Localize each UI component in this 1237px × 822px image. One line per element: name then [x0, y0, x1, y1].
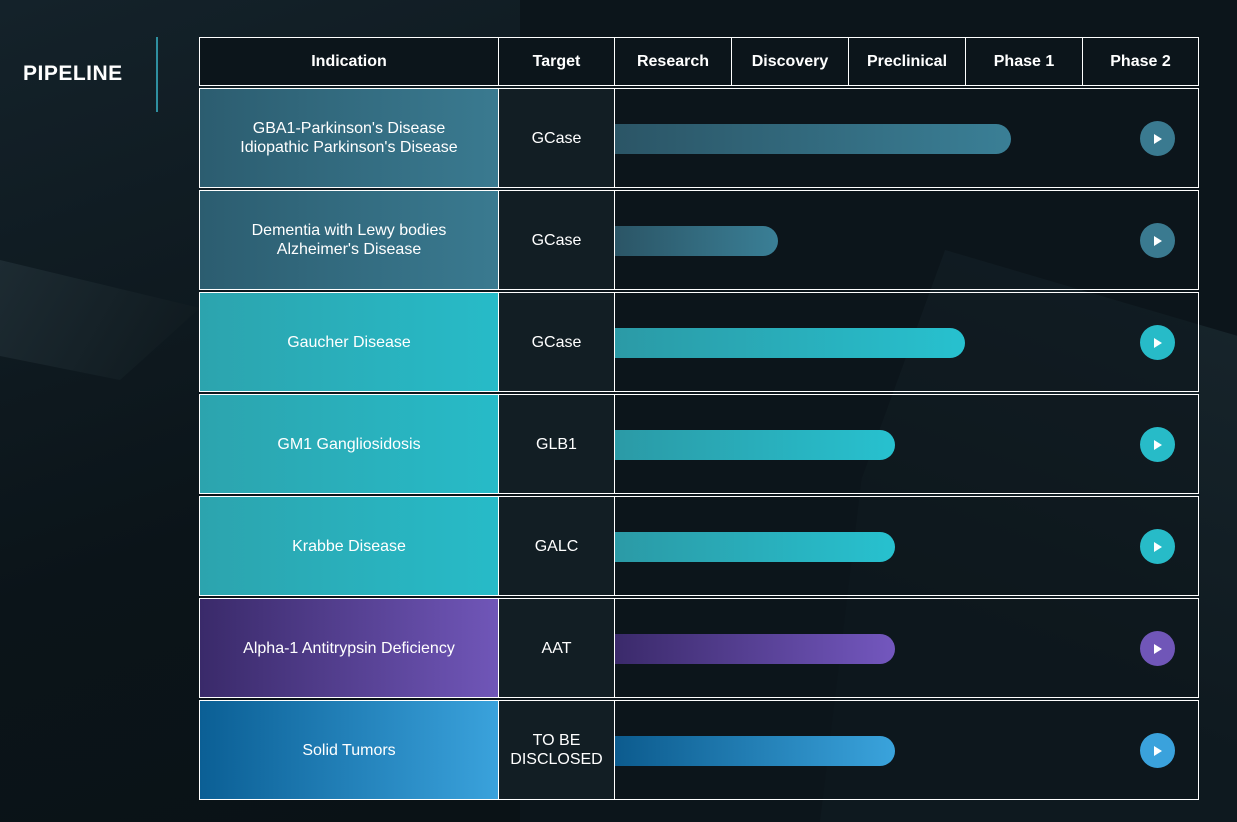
- indication-cell: GM1 Gangliosidosis: [199, 394, 499, 494]
- target-cell: GALC: [498, 496, 615, 596]
- play-circle-icon[interactable]: [1140, 529, 1175, 564]
- target-cell: AAT: [498, 598, 615, 698]
- progress-track: [614, 88, 1199, 188]
- column-header-discovery: Discovery: [731, 37, 849, 86]
- pipeline-row: Krabbe Disease GALC: [199, 496, 1199, 596]
- header-row: Indication Target Research Discovery Pre…: [199, 37, 1199, 88]
- play-circle-icon[interactable]: [1140, 121, 1175, 156]
- indication-cell: Alpha-1 Antitrypsin Deficiency: [199, 598, 499, 698]
- pipeline-row: Gaucher Disease GCase: [199, 292, 1199, 392]
- title-divider: [156, 37, 158, 112]
- column-header-research: Research: [614, 37, 732, 86]
- target-cell: GLB1: [498, 394, 615, 494]
- indication-cell: Gaucher Disease: [199, 292, 499, 392]
- indication-name-secondary: Alzheimer's Disease: [276, 241, 422, 258]
- target-cell: GCase: [498, 292, 615, 392]
- pipeline-row: Dementia with Lewy bodies Alzheimer's Dis…: [199, 190, 1199, 290]
- column-header-target: Target: [498, 37, 615, 86]
- progress-bar: [615, 736, 895, 766]
- column-header-phase-2: Phase 2: [1082, 37, 1199, 86]
- pipeline-row: GM1 Gangliosidosis GLB1: [199, 394, 1199, 494]
- page-title: PIPELINE: [23, 62, 123, 85]
- play-circle-icon[interactable]: [1140, 223, 1175, 258]
- target-cell: GCase: [498, 88, 615, 188]
- play-circle-icon[interactable]: [1140, 631, 1175, 666]
- indication-cell: Solid Tumors: [199, 700, 499, 800]
- indication-name-secondary: Idiopathic Parkinson's Disease: [240, 139, 458, 156]
- pipeline-row: GBA1-Parkinson's Disease Idiopathic Parki…: [199, 88, 1199, 188]
- target-cell: TO BE DISCLOSED: [498, 700, 615, 800]
- progress-track: [614, 190, 1199, 290]
- indication-name: GM1 Gangliosidosis: [277, 435, 421, 453]
- progress-track: [614, 496, 1199, 596]
- progress-bar: [615, 328, 965, 358]
- column-header-indication: Indication: [199, 37, 499, 86]
- play-circle-icon[interactable]: [1140, 325, 1175, 360]
- target-cell: GCase: [498, 190, 615, 290]
- progress-track: [614, 394, 1199, 494]
- indication-cell: GBA1-Parkinson's Disease Idiopathic Parki…: [199, 88, 499, 188]
- indication-cell: Dementia with Lewy bodies Alzheimer's Dis…: [199, 190, 499, 290]
- column-header-phase-1: Phase 1: [965, 37, 1083, 86]
- pipeline-row: Alpha-1 Antitrypsin Deficiency AAT: [199, 598, 1199, 698]
- progress-bar: [615, 532, 895, 562]
- indication-name: Alpha-1 Antitrypsin Deficiency: [243, 639, 455, 657]
- column-header-preclinical: Preclinical: [848, 37, 966, 86]
- indication-name: Dementia with Lewy bodies: [251, 222, 447, 239]
- pipeline-row: Solid Tumors TO BE DISCLOSED: [199, 700, 1199, 800]
- progress-bar: [615, 430, 895, 460]
- progress-track: [614, 292, 1199, 392]
- progress-bar: [615, 226, 778, 256]
- pipeline-table: Indication Target Research Discovery Pre…: [199, 37, 1199, 800]
- indication-name: Gaucher Disease: [287, 333, 411, 351]
- progress-bar: [615, 124, 1011, 154]
- indication-name: Krabbe Disease: [292, 537, 406, 555]
- play-circle-icon[interactable]: [1140, 427, 1175, 462]
- play-circle-icon[interactable]: [1140, 733, 1175, 768]
- indication-name: GBA1-Parkinson's Disease: [252, 120, 446, 137]
- indication-name: Solid Tumors: [302, 741, 396, 759]
- background-shape: [0, 260, 200, 380]
- indication-cell: Krabbe Disease: [199, 496, 499, 596]
- progress-track: [614, 598, 1199, 698]
- progress-track: [614, 700, 1199, 800]
- progress-bar: [615, 634, 895, 664]
